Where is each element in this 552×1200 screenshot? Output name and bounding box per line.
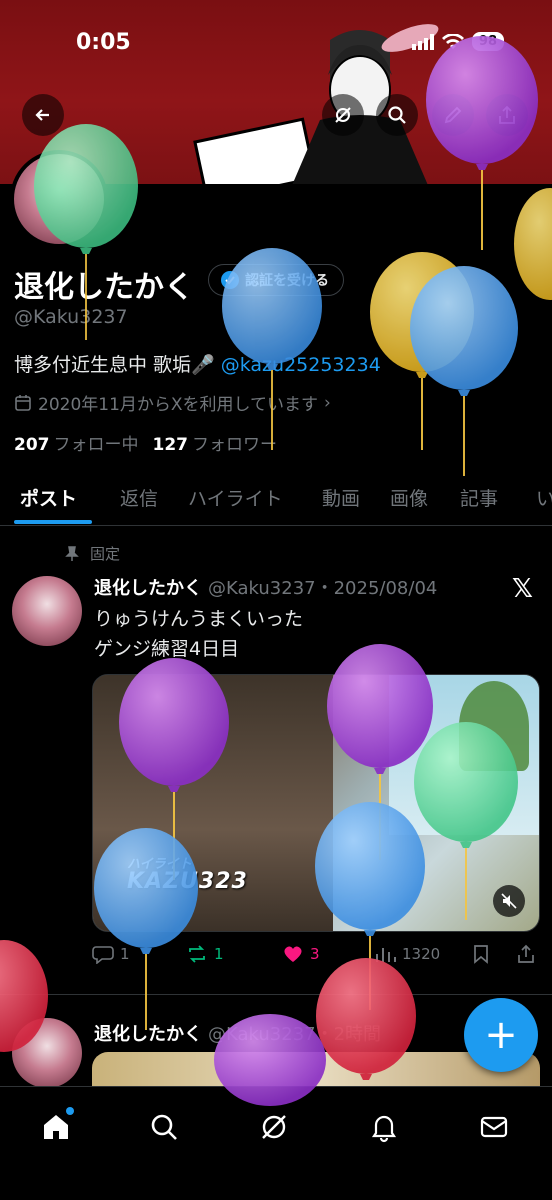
post-avatar[interactable] xyxy=(12,1018,82,1088)
post-header: 退化したかく @Kaku3237・2025/08/04 xyxy=(94,574,437,600)
bookmark-icon xyxy=(474,945,488,964)
follow-stats: 207 フォロー中 127 フォロワー xyxy=(14,430,277,455)
post-author-name[interactable]: 退化したかく xyxy=(94,578,202,599)
back-arrow-icon xyxy=(35,109,49,121)
profile-handle: @Kaku3237 xyxy=(14,306,128,328)
post-avatar[interactable] xyxy=(12,576,82,646)
search-button[interactable] xyxy=(376,94,418,136)
post-author-name[interactable]: 退化したかく xyxy=(94,1024,202,1045)
tab-likes[interactable]: い xyxy=(536,484,552,511)
balloon xyxy=(370,252,474,450)
balloon xyxy=(514,188,552,300)
post-header: 退化したかく @Kaku3237・2時間 xyxy=(94,1020,381,1046)
video-palm xyxy=(459,681,529,771)
notification-dot xyxy=(66,1107,74,1115)
post-text-line: ゲンジ練習4日目 xyxy=(94,638,240,660)
repost-count: 1 xyxy=(214,945,224,963)
edit-icon xyxy=(444,106,462,124)
status-icons: 98 xyxy=(411,32,504,51)
chevron-right-icon: › xyxy=(324,392,331,413)
bottom-navigation xyxy=(0,1086,552,1200)
calendar-icon xyxy=(15,394,31,411)
grok-button[interactable] xyxy=(322,94,364,136)
mute-icon xyxy=(501,893,517,909)
nav-explore[interactable] xyxy=(144,1107,184,1147)
tab-highlights[interactable]: ハイライト xyxy=(188,484,283,511)
explore-icon xyxy=(151,1114,177,1140)
profile-display-name: 退化したかく xyxy=(14,270,194,305)
tab-replies[interactable]: 返信 xyxy=(120,484,158,511)
verified-badge-icon xyxy=(221,271,239,289)
views-button[interactable]: 1320 xyxy=(374,944,440,964)
back-button[interactable] xyxy=(22,94,64,136)
nav-home[interactable] xyxy=(36,1107,76,1147)
post-meta: @Kaku3237・2時間 xyxy=(208,1024,382,1045)
profile-bio: 博多付近生息中 歌垢🎤 @kazu25253234 xyxy=(14,350,381,377)
followers-label: フォロワー xyxy=(192,435,277,455)
battery-indicator: 98 xyxy=(471,32,504,51)
share-icon xyxy=(499,105,515,124)
balloon xyxy=(410,266,518,476)
repost-button[interactable]: 1 xyxy=(186,944,224,964)
tab-videos[interactable]: 動画 xyxy=(322,484,360,511)
bio-text: 博多付近生息中 歌垢🎤 xyxy=(14,354,221,376)
grok-icon xyxy=(335,107,351,123)
status-bar: 0:05 98 xyxy=(0,0,552,80)
edit-button[interactable] xyxy=(432,94,474,136)
signal-icon xyxy=(411,33,434,50)
post-actions: 1 1 3 1320 xyxy=(92,944,542,970)
mail-icon xyxy=(480,1116,508,1138)
bio-mention-link[interactable]: @kazu25253234 xyxy=(221,354,381,376)
compose-post-button[interactable]: + xyxy=(464,998,538,1072)
following-label: フォロー中 xyxy=(53,435,139,455)
repost-icon xyxy=(189,945,205,963)
tab-posts[interactable]: ポスト xyxy=(20,484,77,511)
tab-articles[interactable]: 記事 xyxy=(460,484,498,511)
reply-button[interactable]: 1 xyxy=(92,944,130,964)
get-verified-button[interactable]: 認証を受ける xyxy=(208,264,344,296)
mute-button[interactable] xyxy=(493,885,525,917)
home-icon xyxy=(44,1115,68,1139)
share-button[interactable] xyxy=(486,94,528,136)
active-tab-indicator xyxy=(14,520,92,524)
views-icon xyxy=(376,948,396,962)
pin-icon xyxy=(65,545,79,561)
post-meta: @Kaku3237・2025/08/04 xyxy=(208,578,438,599)
post-divider xyxy=(0,994,552,995)
reply-icon xyxy=(92,946,114,964)
following-link[interactable]: 207 フォロー中 xyxy=(14,430,139,455)
like-count: 3 xyxy=(310,945,320,963)
share-icon xyxy=(518,944,534,963)
nav-notifications[interactable] xyxy=(364,1107,404,1147)
post-video[interactable]: ハイライト KAZU323 xyxy=(92,674,540,932)
pinned-label: 固定 xyxy=(90,545,121,563)
search-icon xyxy=(388,106,406,124)
bookmark-button[interactable] xyxy=(472,944,490,964)
heart-icon xyxy=(284,946,302,962)
post-text-line: りゅうけんうまくいった xyxy=(94,608,304,630)
get-verified-label: 認証を受ける xyxy=(245,273,329,289)
bell-icon xyxy=(371,1115,397,1143)
profile-avatar[interactable] xyxy=(10,150,108,248)
nav-grok[interactable] xyxy=(254,1107,294,1147)
share-post-button[interactable] xyxy=(516,944,536,964)
post-text: りゅうけんうまくいった ゲンジ練習4日目 xyxy=(94,604,303,664)
following-count: 207 xyxy=(14,435,50,455)
views-count: 1320 xyxy=(402,945,441,963)
tab-media[interactable]: 画像 xyxy=(390,484,428,511)
grok-nav-icon xyxy=(262,1115,286,1139)
x-logo-icon: 𝕏 xyxy=(512,574,533,604)
reply-count: 1 xyxy=(120,945,130,963)
followers-link[interactable]: 127 フォロワー xyxy=(153,430,278,455)
like-button[interactable]: 3 xyxy=(282,944,320,964)
pinned-indicator: 固定 xyxy=(64,543,120,564)
wifi-icon xyxy=(441,33,464,49)
profile-tabs: ポスト 返信 ハイライト 動画 画像 記事 い xyxy=(0,476,552,526)
nav-messages[interactable] xyxy=(474,1107,514,1147)
status-time: 0:05 xyxy=(76,30,131,55)
joined-text: 2020年11月からXを利用しています xyxy=(38,395,319,415)
joined-date[interactable]: 2020年11月からXを利用しています › xyxy=(14,390,331,415)
followers-count: 127 xyxy=(152,435,189,455)
video-player-name: KAZU323 xyxy=(127,869,248,894)
